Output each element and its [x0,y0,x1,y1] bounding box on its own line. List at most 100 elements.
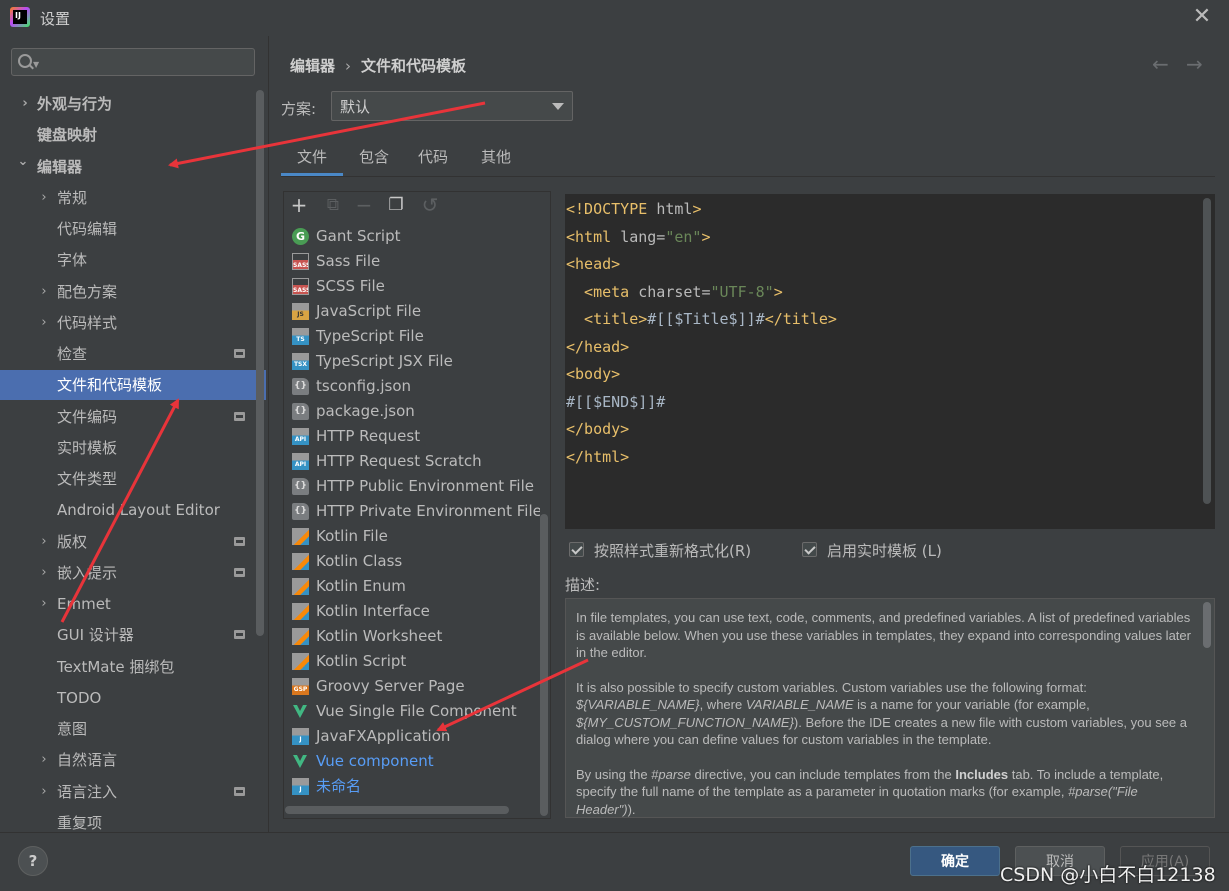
template-list-item[interactable]: G Gant Script [284,224,540,249]
back-arrow-icon[interactable]: ← [1152,52,1169,76]
template-list-scrollbar[interactable] [540,514,548,816]
chevron-right-icon[interactable]: › [38,558,50,588]
sidebar-item-file-code-templates[interactable]: 文件和代码模板 [0,370,266,400]
sidebar-item-android-layout-editor[interactable]: Android Layout Editor [0,495,266,525]
reset-template-button[interactable]: ↺ [419,194,441,216]
copy-template-button[interactable]: ⧉ [322,194,344,216]
template-list-item[interactable]: SASS Sass File [284,249,540,274]
sidebar-item-general[interactable]: › 常规 [0,183,266,213]
sidebar-item-editor[interactable]: ⌄ 编辑器 [0,152,266,182]
search-input[interactable] [46,52,250,74]
template-list-item[interactable]: JS JavaScript File [284,299,540,324]
template-list-item[interactable]: GSP Groovy Server Page [284,674,540,699]
template-list-item[interactable]: Vue component [284,749,540,774]
template-list-item[interactable]: Kotlin Class [284,549,540,574]
close-button[interactable]: ✕ [1190,6,1214,30]
sidebar-item-color-scheme[interactable]: › 配色方案 [0,277,266,307]
template-list-item[interactable]: {} HTTP Public Environment File [284,474,540,499]
template-list-item[interactable]: {} tsconfig.json [284,374,540,399]
tab-files[interactable]: 文件 [281,142,343,176]
template-list-horizontal-scrollbar[interactable] [285,806,509,814]
reformat-label[interactable]: 按照样式重新格式化(R) [594,540,751,561]
sidebar-item-file-encodings[interactable]: 文件编码 [0,402,266,432]
description-scrollbar[interactable] [1203,602,1211,648]
sidebar-item-textmate-bundles[interactable]: TextMate 捆绑包 [0,652,266,682]
sidebar-item-label: 版权 [57,533,88,551]
template-list-item[interactable]: {} package.json [284,399,540,424]
sidebar-item-code-editing[interactable]: 代码编辑 [0,214,266,244]
reformat-checkbox[interactable] [569,542,584,557]
template-list-item[interactable]: TSX TypeScript JSX File [284,349,540,374]
search-history-dropdown-icon[interactable]: ▼ [33,60,39,69]
template-list-item[interactable]: J 未命名 [284,774,540,799]
editor-scrollbar[interactable] [1203,198,1211,504]
live-templates-checkbox[interactable] [802,542,817,557]
sidebar-item-inspections[interactable]: 检查 [0,339,266,369]
template-list-item[interactable]: API HTTP Request [284,424,540,449]
template-list-item[interactable]: Kotlin Interface [284,599,540,624]
template-code-editor[interactable]: <!DOCTYPE html> <html lang="en"> <head> <m… [565,194,1215,529]
duplicate-template-button[interactable]: ❐ [385,194,407,216]
sidebar-item-file-types[interactable]: 文件类型 [0,464,266,494]
sidebar-item-gui-designer[interactable]: GUI 设计器 [0,620,266,650]
chevron-right-icon[interactable]: › [38,527,50,557]
tab-other[interactable]: 其他 [465,142,527,176]
sidebar-item-code-style[interactable]: › 代码样式 [0,308,266,338]
sidebar-item-todo[interactable]: TODO [0,683,266,713]
js-icon: JS [292,303,309,320]
template-name: Sass File [316,252,381,270]
settings-search-field[interactable]: ▼ [11,48,255,76]
tab-includes[interactable]: 包含 [343,142,405,176]
sidebar-item-language-injections[interactable]: › 语言注入 [0,777,266,807]
remove-template-button[interactable]: − [353,194,375,216]
sidebar-item-label: 键盘映射 [37,126,98,144]
template-name: JavaFXApplication [316,727,451,745]
tab-code[interactable]: 代码 [405,142,461,176]
sidebar-item-label: GUI 设计器 [57,626,134,644]
sidebar-item-font[interactable]: 字体 [0,245,266,275]
chevron-right-icon[interactable]: › [38,777,50,807]
template-name: Kotlin Enum [316,577,406,595]
code-token: "UTF-8" [710,282,774,301]
code-token: <head> [566,255,621,273]
template-list-item[interactable]: SASS SCSS File [284,274,540,299]
template-list-item[interactable]: Kotlin Worksheet [284,624,540,649]
sidebar-item-appearance[interactable]: › 外观与行为 [0,89,266,119]
scheme-dropdown[interactable]: 默认 [331,91,573,121]
template-list-item[interactable]: Kotlin Enum [284,574,540,599]
sidebar-scrollbar[interactable] [256,90,264,636]
template-list-item[interactable]: Vue Single File Component [284,699,540,724]
template-list-item[interactable]: {} HTTP Private Environment File [284,499,540,524]
pane-divider[interactable] [268,36,269,832]
forward-arrow-icon[interactable]: → [1186,52,1203,76]
chevron-right-icon[interactable]: › [38,277,50,307]
template-list-item[interactable]: J JavaFXApplication [284,724,540,749]
sidebar-item-label: 配色方案 [57,283,118,301]
sidebar-item-intentions[interactable]: 意图 [0,714,266,744]
sidebar-item-emmet[interactable]: › Emmet [0,589,266,619]
template-list-item[interactable]: API HTTP Request Scratch [284,449,540,474]
chevron-right-icon[interactable]: › [38,745,50,775]
description-title: 描述: [565,576,601,594]
live-templates-label[interactable]: 启用实时模板 (L) [827,540,942,561]
chevron-down-icon[interactable]: ⌄ [17,147,29,177]
code-token: > [692,200,702,218]
template-list-item[interactable]: TS TypeScript File [284,324,540,349]
template-list-item[interactable]: Kotlin File [284,524,540,549]
api-icon: API [292,428,309,445]
ok-button[interactable]: 确定 [910,846,1000,876]
chevron-right-icon[interactable]: › [38,308,50,338]
sidebar-item-live-templates[interactable]: 实时模板 [0,433,266,463]
chevron-right-icon[interactable]: › [38,589,50,619]
add-template-button[interactable]: + [288,194,310,216]
template-list-item[interactable]: Kotlin Script [284,649,540,674]
chevron-right-icon[interactable]: › [38,183,50,213]
sidebar-item-copyright[interactable]: › 版权 [0,527,266,557]
help-button[interactable]: ? [18,846,48,876]
sidebar-item-natural-languages[interactable]: › 自然语言 [0,745,266,775]
chevron-right-icon[interactable]: › [19,89,31,119]
sidebar-item-label: 代码样式 [57,314,118,332]
sidebar-item-keymap[interactable]: 键盘映射 [0,120,266,150]
code-line: <body> [566,361,620,388]
sidebar-item-inlay-hints[interactable]: › 嵌入提示 [0,558,266,588]
